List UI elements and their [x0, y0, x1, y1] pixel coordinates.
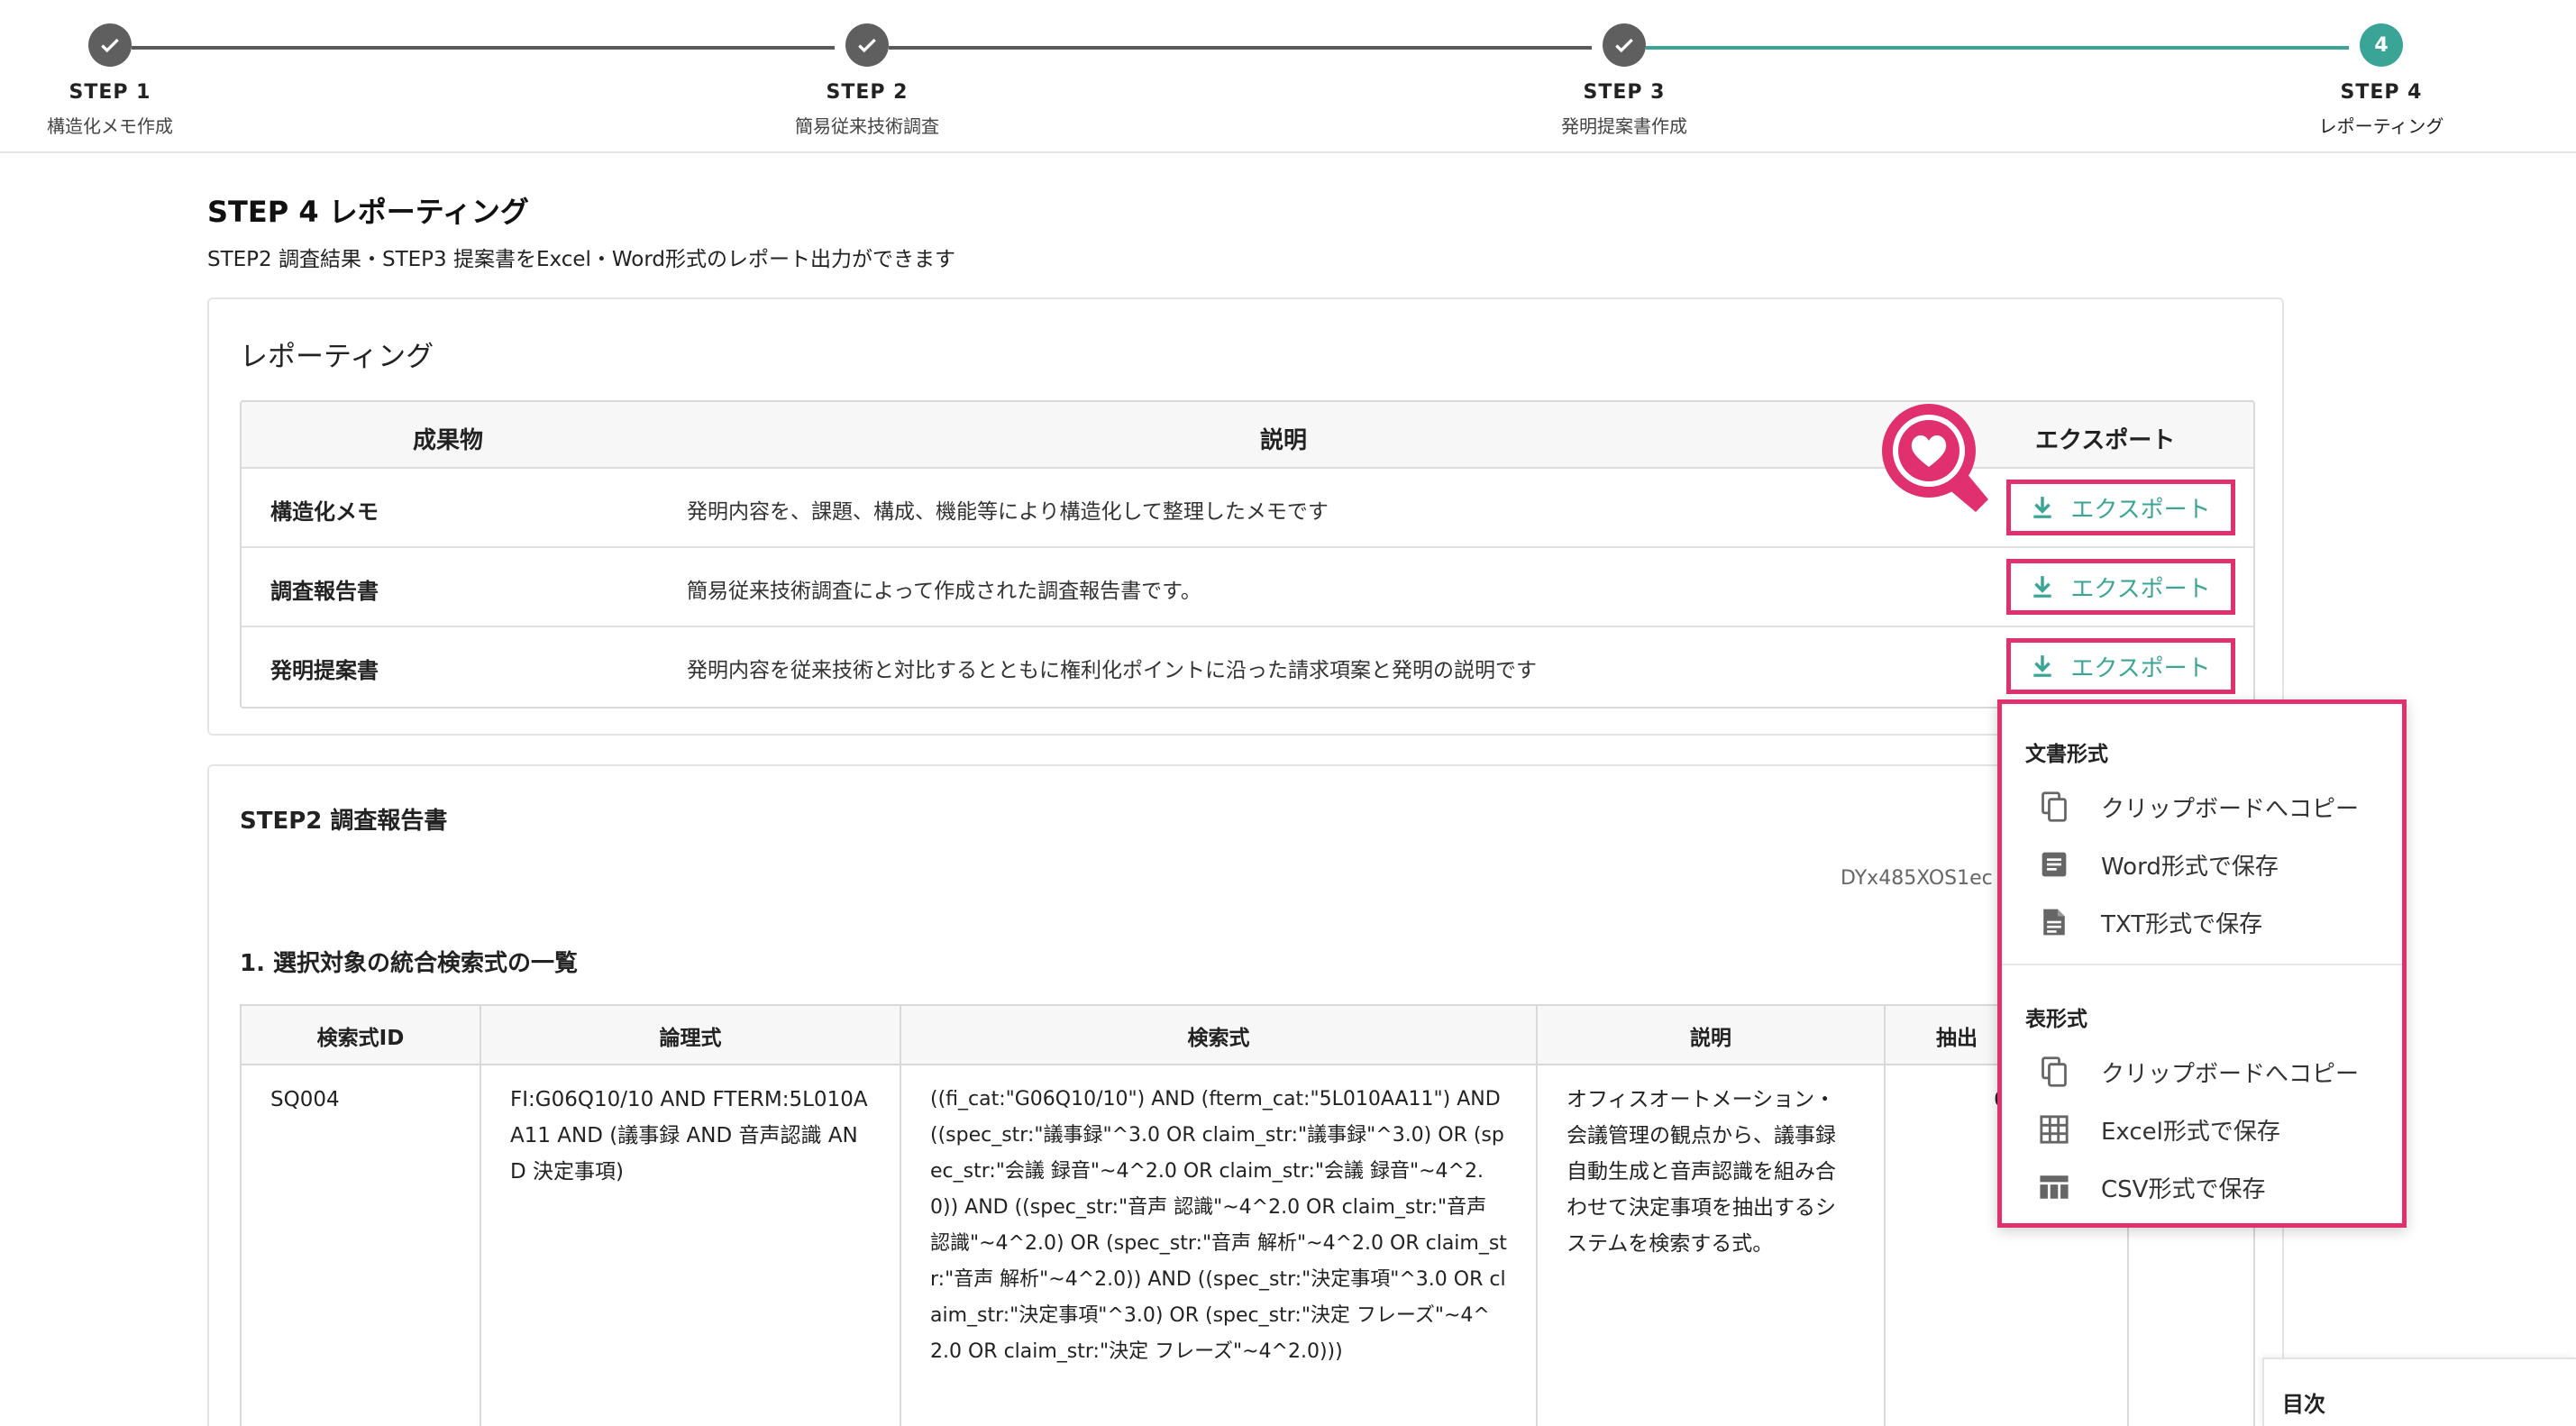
step2-report-card: STEP2 調査報告書 DYx485XOS1ec 1. 選択対象の統合検索式の一…	[207, 764, 2284, 1426]
header-deliverable: 成果物	[413, 427, 484, 454]
deliverable-name: 発明提案書	[270, 658, 379, 683]
header-logic: 論理式	[481, 1006, 901, 1065]
copy-icon	[2038, 1056, 2070, 1088]
header-description: 説明	[1260, 427, 1308, 454]
menu-item-save-word[interactable]: Word形式で保存	[2002, 836, 2402, 893]
download-icon	[2033, 497, 2052, 518]
menu-item-save-excel[interactable]: Excel形式で保存	[2002, 1101, 2402, 1158]
menu-item-save-txt[interactable]: TXT形式で保存	[2002, 893, 2402, 951]
header-query: 検索式	[901, 1006, 1538, 1065]
header-description: 説明	[1538, 1006, 1886, 1065]
step-title: STEP 4	[2340, 81, 2423, 104]
check-icon	[845, 23, 889, 67]
export-button-proposal[interactable]: エクスポート	[2006, 638, 2235, 694]
download-icon	[2033, 655, 2052, 677]
table-row: SQ004 FI:G06Q10/10 AND FTERM:5L010AA11 A…	[242, 1065, 2253, 1426]
section-heading: 1. 選択対象の統合検索式の一覧	[240, 950, 579, 977]
menu-item-label: CSV形式で保存	[2101, 1175, 2266, 1203]
step-subtitle: 発明提案書作成	[1561, 115, 1687, 137]
menu-item-label: クリップボードへコピー	[2101, 1060, 2360, 1088]
stepper-connector-active	[1646, 46, 2349, 50]
header-id: 検索式ID	[242, 1006, 481, 1065]
query-description: オフィスオートメーション・会議管理の観点から、議事録自動生成と音声認識を組み合わ…	[1538, 1065, 1886, 1426]
deliverable-description: 発明内容を従来技術と対比するとともに権利化ポイントに沿った請求項案と発明の説明で…	[687, 659, 1537, 682]
export-menu: 文書形式 クリップボードへコピー Word形式で保存 TXT形式で保存 表形式	[1997, 699, 2407, 1228]
step-subtitle: 簡易従来技術調査	[795, 115, 939, 137]
check-icon	[88, 23, 132, 67]
search-query-table: 検索式ID 論理式 検索式 説明 抽出 SQ004 FI:G06Q10/10 A…	[240, 1004, 2255, 1426]
page-description: STEP2 調査結果・STEP3 提案書をExcel・Word形式のレポート出力…	[207, 248, 956, 271]
menu-item-label: TXT形式で保存	[2101, 910, 2263, 938]
step2-title: STEP2 調査報告書	[240, 808, 448, 835]
export-button-label: エクスポート	[2070, 654, 2211, 682]
menu-item-label: Word形式で保存	[2101, 853, 2279, 881]
menu-divider	[2002, 964, 2402, 965]
stepper: STEP 1 構造化メモ作成 STEP 2 簡易従来技術調査 STEP 3 発明…	[0, 0, 2576, 153]
export-button-memo[interactable]: エクスポート	[2006, 480, 2235, 535]
check-icon	[1603, 23, 1646, 67]
table-header: 検索式ID 論理式 検索式 説明 抽出	[242, 1006, 2253, 1065]
menu-group-title: 文書形式	[2025, 743, 2108, 766]
copy-icon	[2038, 791, 2070, 823]
text-file-icon	[2038, 906, 2070, 938]
document-icon	[2038, 848, 2070, 881]
export-button-report[interactable]: エクスポート	[2006, 559, 2235, 615]
table-icon	[2038, 1171, 2070, 1203]
table-row: 調査報告書 簡易従来技術調査によって作成された調査報告書です。 エクスポート	[242, 548, 2253, 627]
menu-item-copy-table[interactable]: クリップボードへコピー	[2002, 1043, 2402, 1101]
deliverable-name: 調査報告書	[270, 579, 379, 604]
step-subtitle: レポーティング	[2318, 115, 2444, 137]
stepper-connector	[889, 46, 1592, 50]
grid-icon	[2038, 1113, 2070, 1146]
step-title: STEP 1	[69, 81, 151, 104]
menu-item-copy-document[interactable]: クリップボードへコピー	[2002, 778, 2402, 836]
table-row: 発明提案書 発明内容を従来技術と対比するとともに権利化ポイントに沿った請求項案と…	[242, 627, 2253, 707]
deliverable-description: 簡易従来技術調査によって作成された調査報告書です。	[687, 580, 1201, 603]
menu-group-title: 表形式	[2025, 1008, 2087, 1031]
stepper-connector	[132, 46, 835, 50]
menu-item-save-csv[interactable]: CSV形式で保存	[2002, 1158, 2402, 1216]
search-expression: ((fi_cat:"G06Q10/10") AND (fterm_cat:"5L…	[901, 1065, 1538, 1426]
document-id: DYx485XOS1ec	[1841, 867, 1993, 890]
header-export: エクスポート	[2035, 427, 2176, 454]
logic-expression: FI:G06Q10/10 AND FTERM:5L010AA11 AND (議事…	[481, 1065, 901, 1426]
menu-item-label: クリップボードへコピー	[2101, 795, 2360, 823]
step-title: STEP 2	[826, 81, 909, 104]
query-id: SQ004	[242, 1065, 481, 1426]
download-icon	[2033, 576, 2052, 598]
step-number: 4	[2360, 23, 2403, 67]
deliverable-name: 構造化メモ	[270, 499, 379, 525]
heart-marker-icon	[1882, 404, 1988, 512]
export-button-label: エクスポート	[2070, 496, 2211, 524]
app-root: STEP 1 構造化メモ作成 STEP 2 簡易従来技術調査 STEP 3 発明…	[0, 0, 2576, 1426]
deliverable-description: 発明内容を、課題、構成、機能等により構造化して整理したメモです	[687, 500, 1329, 524]
step-title: STEP 3	[1583, 81, 1666, 104]
toc-label: 目次	[2282, 1392, 2325, 1417]
export-button-label: エクスポート	[2070, 575, 2211, 603]
step-subtitle: 構造化メモ作成	[47, 115, 173, 137]
toc-panel[interactable]: 目次	[2262, 1357, 2576, 1426]
reporting-title: レポーティング	[240, 341, 434, 373]
menu-item-label: Excel形式で保存	[2101, 1118, 2280, 1146]
page-title: STEP 4 レポーティング	[207, 195, 529, 229]
